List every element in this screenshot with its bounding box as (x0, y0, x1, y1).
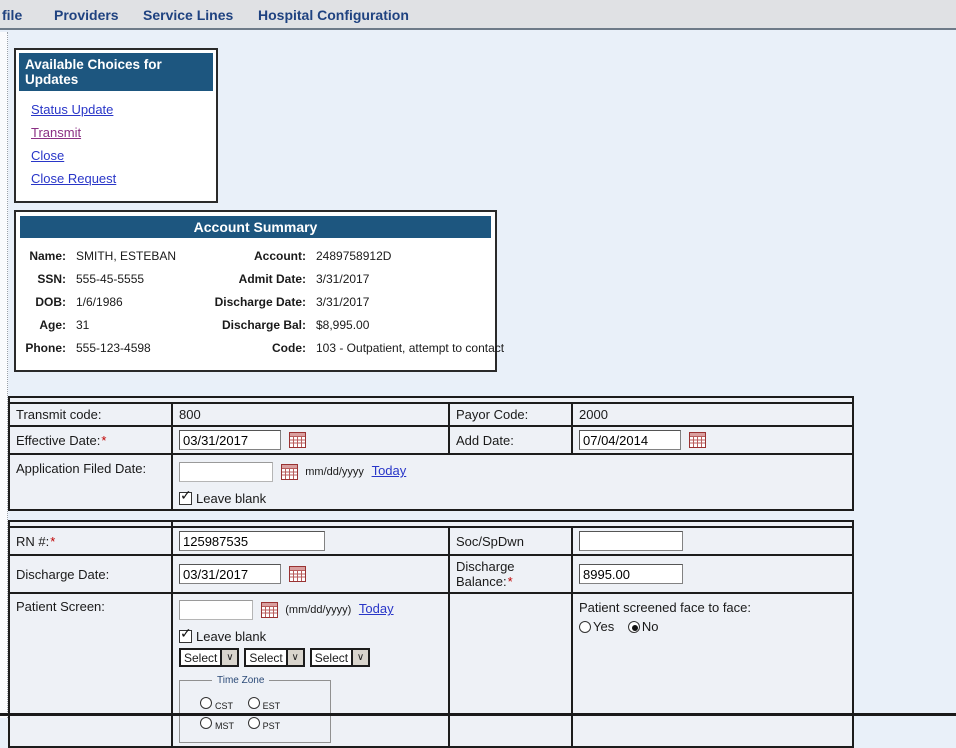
rn-number-input[interactable] (179, 531, 325, 551)
patient-screen-select-3[interactable]: Select∨ (310, 648, 370, 667)
radio-pst[interactable] (248, 717, 260, 729)
calendar-icon[interactable] (689, 432, 706, 448)
calendar-icon[interactable] (281, 464, 298, 480)
account-value: 3/31/2017 (316, 291, 504, 314)
leave-blank-checkbox[interactable]: ✓ (179, 630, 192, 643)
account-label: Discharge Bal: (190, 314, 306, 337)
payor-code-label: Payor Code: (449, 403, 572, 426)
soc-spdwn-input[interactable] (579, 531, 683, 551)
face-to-face-option-yes: Yes (579, 619, 614, 634)
nav-item-service-lines[interactable]: Service Lines (143, 0, 233, 30)
face-to-face-label: Patient screened face to face: (579, 600, 846, 615)
time-zone-fieldset: Time Zone CST EST MST PST (179, 675, 331, 743)
account-label: Admit Date: (190, 268, 306, 291)
radio-cst[interactable] (200, 697, 212, 709)
chevron-down-icon: ∨ (351, 650, 368, 665)
account-value: 103 - Outpatient, attempt to contact (316, 337, 504, 360)
check-icon: ✓ (180, 488, 192, 502)
nav-item-providers[interactable]: Providers (54, 0, 119, 30)
discharge-date-label: Discharge Date: (9, 555, 172, 593)
link-transmit[interactable]: Transmit (31, 121, 81, 144)
time-zone-option-est: EST (248, 695, 292, 710)
leave-blank-checkbox[interactable]: ✓ (179, 492, 192, 505)
link-close[interactable]: Close (31, 144, 64, 167)
account-summary-header: Account Summary (20, 216, 491, 238)
bottom-frame-border (0, 713, 956, 716)
account-summary-grid: Name: SMITH, ESTEBAN Account: 2489758912… (20, 238, 491, 366)
chevron-down-icon: ∨ (220, 650, 237, 665)
time-zone-option-pst: PST (248, 715, 292, 730)
transmit-code-label: Transmit code: (9, 403, 172, 426)
account-value: 555-45-5555 (76, 268, 180, 291)
patient-screen-date-input[interactable] (179, 600, 253, 620)
leave-blank-option: ✓Leave blank (179, 629, 442, 644)
available-choices-links: Status Update Transmit Close Close Reque… (19, 91, 213, 198)
account-value: 3/31/2017 (316, 268, 504, 291)
account-value: SMITH, ESTEBAN (76, 245, 180, 268)
time-zone-option-cst: CST (200, 695, 244, 710)
time-zone-legend: Time Zone (212, 675, 269, 686)
patient-screen-label: Patient Screen: (9, 593, 172, 747)
time-zone-option-mst: MST (200, 715, 244, 730)
available-choices-header: Available Choices for Updates (19, 53, 213, 91)
chevron-down-icon: ∨ (286, 650, 303, 665)
soc-spdwn-label: Soc/SpDwn (449, 527, 572, 555)
link-close-request[interactable]: Close Request (31, 167, 116, 190)
nav-item-file[interactable]: file (2, 0, 22, 30)
payor-code-value: 2000 (572, 403, 853, 426)
effective-date-label: Effective Date:* (9, 426, 172, 454)
patient-screen-selects: Select∨ Select∨ Select∨ (179, 648, 442, 667)
discharge-balance-input[interactable] (579, 564, 683, 584)
account-label: Age: (20, 314, 66, 337)
account-label: SSN: (20, 268, 66, 291)
application-filed-date-label: Application Filed Date: (9, 454, 172, 510)
add-date-label: Add Date: (449, 426, 572, 454)
radio-no[interactable] (628, 621, 640, 633)
top-nav-bar: file Providers Service Lines Hospital Co… (0, 0, 956, 30)
account-label: Name: (20, 245, 66, 268)
rn-number-label: RN #:* (9, 527, 172, 555)
left-frame-divider (0, 32, 8, 718)
account-label: DOB: (20, 291, 66, 314)
patient-screen-select-1[interactable]: Select∨ (179, 648, 239, 667)
discharge-balance-label: Discharge Balance:* (449, 555, 572, 593)
account-label: Account: (190, 245, 306, 268)
calendar-icon[interactable] (289, 566, 306, 582)
leave-blank-option: ✓Leave blank (179, 491, 846, 506)
account-label: Discharge Date: (190, 291, 306, 314)
empty-cell (449, 593, 572, 747)
account-value: 555-123-4598 (76, 337, 180, 360)
account-value: 1/6/1986 (76, 291, 180, 314)
effective-date-input[interactable] (179, 430, 281, 450)
radio-mst[interactable] (200, 717, 212, 729)
check-icon: ✓ (180, 626, 192, 640)
radio-yes[interactable] (579, 621, 591, 633)
transmit-code-value: 800 (172, 403, 449, 426)
available-choices-panel: Available Choices for Updates Status Upd… (14, 48, 218, 203)
discharge-date-input[interactable] (179, 564, 281, 584)
date-format-hint: (mm/dd/yyyy) (285, 604, 351, 616)
account-label: Phone: (20, 337, 66, 360)
radio-est[interactable] (248, 697, 260, 709)
date-format-hint: mm/dd/yyyy (305, 466, 364, 478)
account-value: 31 (76, 314, 180, 337)
patient-screen-select-2[interactable]: Select∨ (244, 648, 304, 667)
link-status-update[interactable]: Status Update (31, 98, 113, 121)
calendar-icon[interactable] (289, 432, 306, 448)
account-summary-panel: Account Summary Name: SMITH, ESTEBAN Acc… (14, 210, 497, 372)
account-value: 2489758912D (316, 245, 504, 268)
today-link[interactable]: Today (372, 463, 407, 478)
account-label: Code: (190, 337, 306, 360)
nav-item-hospital-configuration[interactable]: Hospital Configuration (258, 0, 409, 30)
calendar-icon[interactable] (261, 602, 278, 618)
transmit-detail-table: Transmit code: 800 Payor Code: 2000 Effe… (8, 396, 854, 511)
add-date-input[interactable] (579, 430, 681, 450)
account-value: $8,995.00 (316, 314, 504, 337)
application-filed-date-input[interactable] (179, 462, 273, 482)
today-link[interactable]: Today (359, 601, 394, 616)
face-to-face-option-no: No (628, 619, 659, 634)
